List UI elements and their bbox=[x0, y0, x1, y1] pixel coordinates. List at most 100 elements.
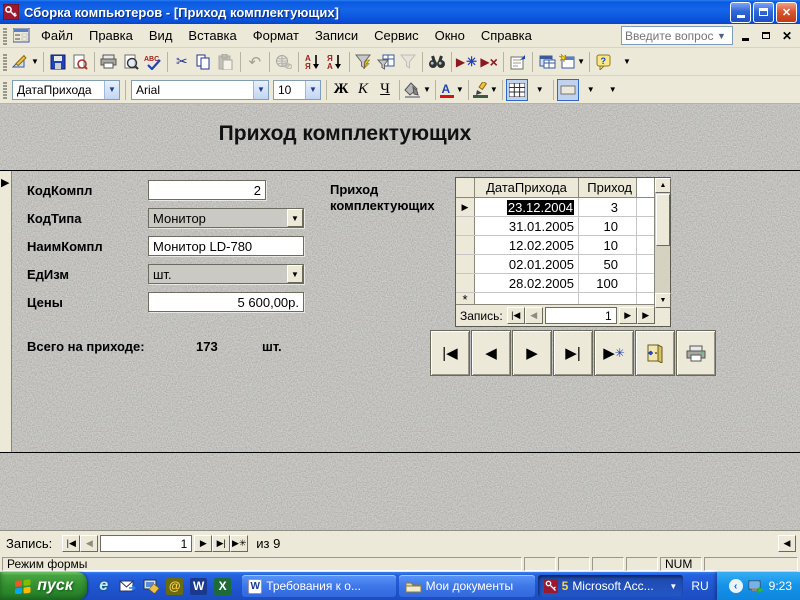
scroll-down-button[interactable]: ▼ bbox=[655, 293, 671, 308]
table-row[interactable]: 31.01.2005 10 bbox=[456, 217, 670, 236]
goto-previous-button[interactable]: ◀ bbox=[471, 330, 511, 376]
first-record-button[interactable]: |◀ bbox=[62, 535, 81, 552]
undo-button[interactable]: ↶ bbox=[244, 51, 266, 73]
gridlines-dropdown[interactable]: ▼ bbox=[528, 79, 550, 101]
gridlines-button[interactable] bbox=[505, 78, 528, 101]
toolbar-grip[interactable] bbox=[3, 26, 7, 45]
field-selector-combo[interactable]: ДатаПрихода ▼ bbox=[12, 79, 120, 100]
menu-records[interactable]: Записи bbox=[307, 25, 366, 46]
cut-button[interactable]: ✂ bbox=[171, 51, 193, 73]
restore-button[interactable] bbox=[753, 1, 774, 23]
menu-format[interactable]: Формат bbox=[245, 25, 307, 46]
properties-button[interactable] bbox=[507, 51, 529, 73]
dropdown-icon[interactable]: ▼ bbox=[104, 80, 119, 99]
database-window-button[interactable] bbox=[536, 51, 558, 73]
scroll-up-button[interactable]: ▲ bbox=[655, 178, 671, 193]
show-desktop-icon[interactable] bbox=[143, 579, 160, 593]
apply-filter-button[interactable] bbox=[397, 51, 419, 73]
bold-button[interactable]: Ж bbox=[330, 79, 352, 101]
column-header-qty[interactable]: Приход bbox=[579, 178, 637, 197]
last-record-button[interactable]: ▶| bbox=[212, 535, 231, 552]
dropdown-icon[interactable]: ▼ bbox=[287, 209, 303, 227]
kodtipa-combo[interactable]: Монитор ▼ bbox=[148, 208, 304, 228]
table-row[interactable]: 12.02.2005 10 bbox=[456, 236, 670, 255]
toolbar-grip[interactable] bbox=[3, 80, 7, 99]
save-button[interactable] bbox=[47, 51, 69, 73]
language-indicator[interactable]: RU bbox=[683, 579, 716, 593]
date-cell[interactable]: 31.01.2005 bbox=[475, 217, 579, 235]
question-dropdown-icon[interactable]: ▼ bbox=[714, 31, 729, 41]
dropdown-icon[interactable]: ▼ bbox=[305, 80, 320, 99]
font-color-button[interactable]: А ▼ bbox=[439, 79, 465, 101]
table-row[interactable]: 28.02.2005 100 bbox=[456, 274, 670, 293]
row-selector[interactable] bbox=[456, 274, 475, 292]
special-effect-dropdown[interactable]: ▼ bbox=[579, 79, 601, 101]
add-record-button[interactable]: ▶ ✳ bbox=[594, 330, 634, 376]
delete-record-button[interactable]: ▶ × bbox=[478, 51, 500, 73]
mail-icon[interactable]: @ bbox=[166, 577, 184, 595]
sort-descending-button[interactable]: Я А bbox=[324, 51, 346, 73]
print-preview-button[interactable] bbox=[120, 51, 142, 73]
horizontal-scroll-left-button[interactable]: ◀ bbox=[778, 535, 796, 552]
table-row[interactable]: ▶ 23.12.2004 3 bbox=[456, 198, 670, 217]
font-size-combo[interactable]: 10 ▼ bbox=[273, 79, 321, 100]
new-record-row[interactable]: * bbox=[456, 292, 670, 307]
row-selector[interactable] bbox=[456, 217, 475, 235]
goto-next-button[interactable]: ▶ bbox=[512, 330, 552, 376]
menu-edit[interactable]: Правка bbox=[81, 25, 141, 46]
goto-last-button[interactable]: ▶| bbox=[553, 330, 593, 376]
row-selector[interactable]: ▶ bbox=[456, 198, 475, 216]
ask-question-input[interactable] bbox=[622, 28, 714, 43]
dropdown-caret-icon[interactable]: ▼ bbox=[456, 85, 464, 94]
file-search-button[interactable] bbox=[69, 51, 91, 73]
tray-device-icon[interactable] bbox=[748, 580, 764, 593]
menu-window[interactable]: Окно bbox=[427, 25, 473, 46]
close-button[interactable]: ✕ bbox=[776, 1, 797, 23]
qty-cell[interactable]: 50 bbox=[579, 255, 637, 273]
qty-cell[interactable]: 100 bbox=[579, 274, 637, 292]
current-record-input[interactable]: 1 bbox=[544, 307, 617, 324]
task-microsoft-access[interactable]: 5 Microsoft Acc... ▼ bbox=[537, 575, 684, 597]
dropdown-caret-icon[interactable]: ▼ bbox=[423, 85, 431, 94]
previous-record-button[interactable]: ◀ bbox=[524, 307, 543, 324]
paste-button[interactable] bbox=[215, 51, 237, 73]
menu-view[interactable]: Вид bbox=[141, 25, 181, 46]
qty-cell[interactable]: 10 bbox=[579, 236, 637, 254]
new-object-button[interactable]: ▼ bbox=[558, 51, 586, 73]
underline-button[interactable]: Ч bbox=[374, 79, 396, 101]
date-cell[interactable]: 28.02.2005 bbox=[475, 274, 579, 292]
edizm-combo[interactable]: шт. ▼ bbox=[148, 264, 304, 284]
print-form-button[interactable] bbox=[676, 330, 716, 376]
scrollbar-thumb[interactable] bbox=[656, 194, 670, 246]
copy-button[interactable] bbox=[193, 51, 215, 73]
internet-explorer-icon[interactable]: e bbox=[95, 577, 112, 595]
task-group-dropdown-icon[interactable]: ▼ bbox=[669, 582, 677, 591]
toolbar-options-button[interactable]: ▼ bbox=[615, 51, 637, 73]
menu-help[interactable]: Справка bbox=[473, 25, 540, 46]
spelling-button[interactable]: ABC bbox=[142, 51, 164, 73]
ceny-input[interactable]: 5 600,00р. bbox=[148, 292, 304, 312]
column-header-date[interactable]: ДатаПрихода bbox=[475, 178, 579, 197]
font-name-combo[interactable]: Arial ▼ bbox=[131, 79, 269, 100]
next-record-button[interactable]: ▶ bbox=[618, 307, 637, 324]
qty-cell[interactable]: 10 bbox=[579, 217, 637, 235]
word-icon[interactable]: W bbox=[190, 577, 208, 595]
menu-file[interactable]: Файл bbox=[33, 25, 81, 46]
header-selector-cell[interactable] bbox=[456, 178, 475, 197]
new-record-button[interactable]: ▶✳ bbox=[230, 535, 249, 552]
outlook-express-icon[interactable] bbox=[119, 579, 137, 593]
task-my-documents[interactable]: Мои документы bbox=[398, 575, 535, 597]
find-button[interactable] bbox=[426, 51, 448, 73]
mdi-restore-button[interactable] bbox=[757, 27, 775, 45]
previous-record-button[interactable]: ◀ bbox=[80, 535, 99, 552]
dropdown-icon[interactable]: ▼ bbox=[253, 80, 268, 99]
filter-by-form-button[interactable] bbox=[375, 51, 397, 73]
mdi-close-button[interactable]: ✕ bbox=[778, 27, 796, 45]
italic-button[interactable]: К bbox=[352, 79, 374, 101]
minimize-button[interactable] bbox=[730, 1, 751, 23]
first-record-button[interactable]: |◀ bbox=[506, 307, 525, 324]
subform-vertical-scrollbar[interactable]: ▲ ▼ bbox=[654, 178, 671, 308]
taskbar-clock[interactable]: 9:23 bbox=[769, 579, 792, 593]
form-view-button[interactable]: ▼ bbox=[10, 51, 40, 73]
mdi-minimize-button[interactable] bbox=[736, 27, 754, 45]
